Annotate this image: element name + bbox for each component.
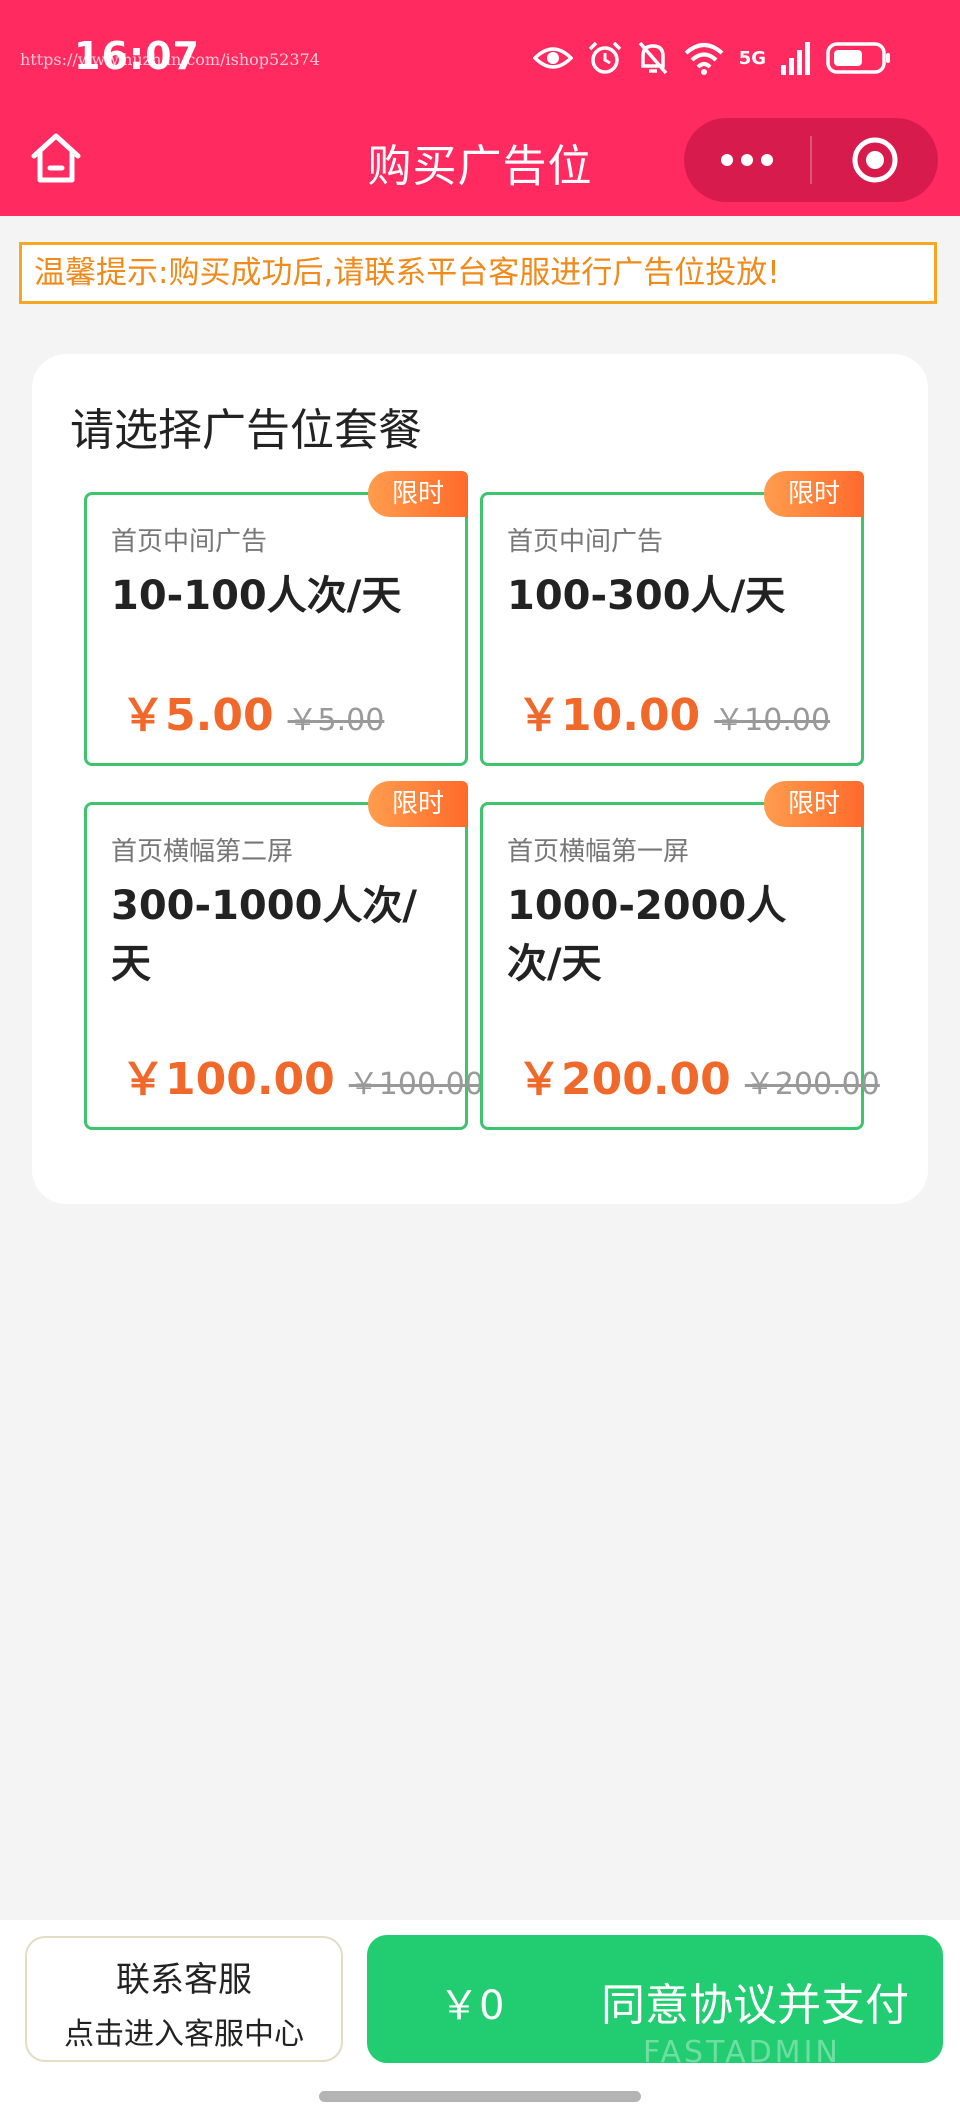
signal-icon [781, 42, 810, 75]
price: ￥10.00 [517, 690, 701, 741]
package-option[interactable]: 限时 首页横幅第二屏 300-1000人次/天 ￥100.00 ￥100.00 [84, 781, 484, 1130]
limited-time-badge: 限时 [368, 471, 468, 517]
traffic-label: 1000-2000人次/天 [507, 883, 787, 987]
price-row: ￥100.00 ￥100.00 [121, 1043, 484, 1107]
contact-service-label: 联系客服 [116, 1960, 252, 2000]
network-type-label: 5G [738, 47, 766, 69]
price-row: ￥5.00 ￥5.00 [121, 679, 384, 743]
traffic-label: 100-300人/天 [507, 573, 786, 619]
limited-time-badge: 限时 [368, 781, 468, 827]
package-option[interactable]: 限时 首页中间广告 100-300人/天 ￥10.00 ￥10.00 [480, 471, 864, 766]
bell-off-icon [638, 41, 668, 75]
original-price: ￥100.00 [348, 1067, 484, 1102]
original-price: ￥5.00 [287, 703, 385, 738]
watermark-url: https://www.huzhan.com/ishop52374 [20, 50, 320, 69]
status-icons: 5G [532, 38, 892, 78]
more-dots-icon [721, 154, 773, 166]
price: ￥200.00 [517, 1054, 731, 1105]
ad-position-label: 首页中间广告 [111, 527, 268, 557]
section-title: 请选择广告位套餐 [70, 405, 422, 456]
price: ￥100.00 [121, 1054, 335, 1105]
pay-label: 同意协议并支付 [601, 1980, 909, 2031]
contact-service-button[interactable]: 联系客服 点击进入客服中心 [25, 1936, 343, 2062]
brand-watermark: FASTADMIN [643, 2035, 841, 2063]
wifi-icon [684, 43, 724, 75]
traffic-label: 10-100人次/天 [111, 573, 402, 619]
close-mini-program-button[interactable] [812, 118, 938, 202]
battery-icon [826, 42, 890, 74]
more-button[interactable] [684, 118, 810, 202]
alarm-icon [588, 41, 621, 74]
package-card: 请选择广告位套餐 限时 首页中间广告 10-100人次/天 ￥5.00 ￥5.0… [32, 354, 928, 1204]
ad-position-label: 首页中间广告 [507, 527, 664, 557]
original-price: ￥200.00 [744, 1067, 880, 1102]
package-option[interactable]: 限时 首页中间广告 10-100人次/天 ￥5.00 ￥5.00 [84, 471, 468, 766]
tip-notice: 温馨提示:购买成功后,请联系平台客服进行广告位投放! [19, 242, 937, 304]
pay-amount: ￥0 [439, 1983, 505, 2029]
original-price: ￥10.00 [714, 703, 831, 738]
header: 16:07 https://www.huzhan.com/ishop52374 … [0, 0, 960, 216]
mini-program-capsule [684, 118, 938, 202]
traffic-label: 300-1000人次/天 [111, 883, 418, 987]
limited-time-badge: 限时 [764, 471, 864, 517]
eye-icon [532, 47, 573, 69]
limited-time-badge: 限时 [764, 781, 864, 827]
package-option[interactable]: 限时 首页横幅第一屏 1000-2000人次/天 ￥200.00 ￥200.00 [480, 781, 880, 1130]
price: ￥5.00 [121, 690, 274, 741]
ad-position-label: 首页横幅第二屏 [111, 837, 294, 867]
home-indicator[interactable] [319, 2091, 641, 2102]
target-icon [852, 137, 898, 183]
ad-position-label: 首页横幅第一屏 [507, 837, 690, 867]
price-row: ￥200.00 ￥200.00 [517, 1043, 880, 1107]
agree-and-pay-button[interactable]: ￥0 同意协议并支付 FASTADMIN [367, 1935, 943, 2063]
price-row: ￥10.00 ￥10.00 [517, 679, 830, 743]
contact-service-sublabel: 点击进入客服中心 [64, 2017, 304, 2052]
